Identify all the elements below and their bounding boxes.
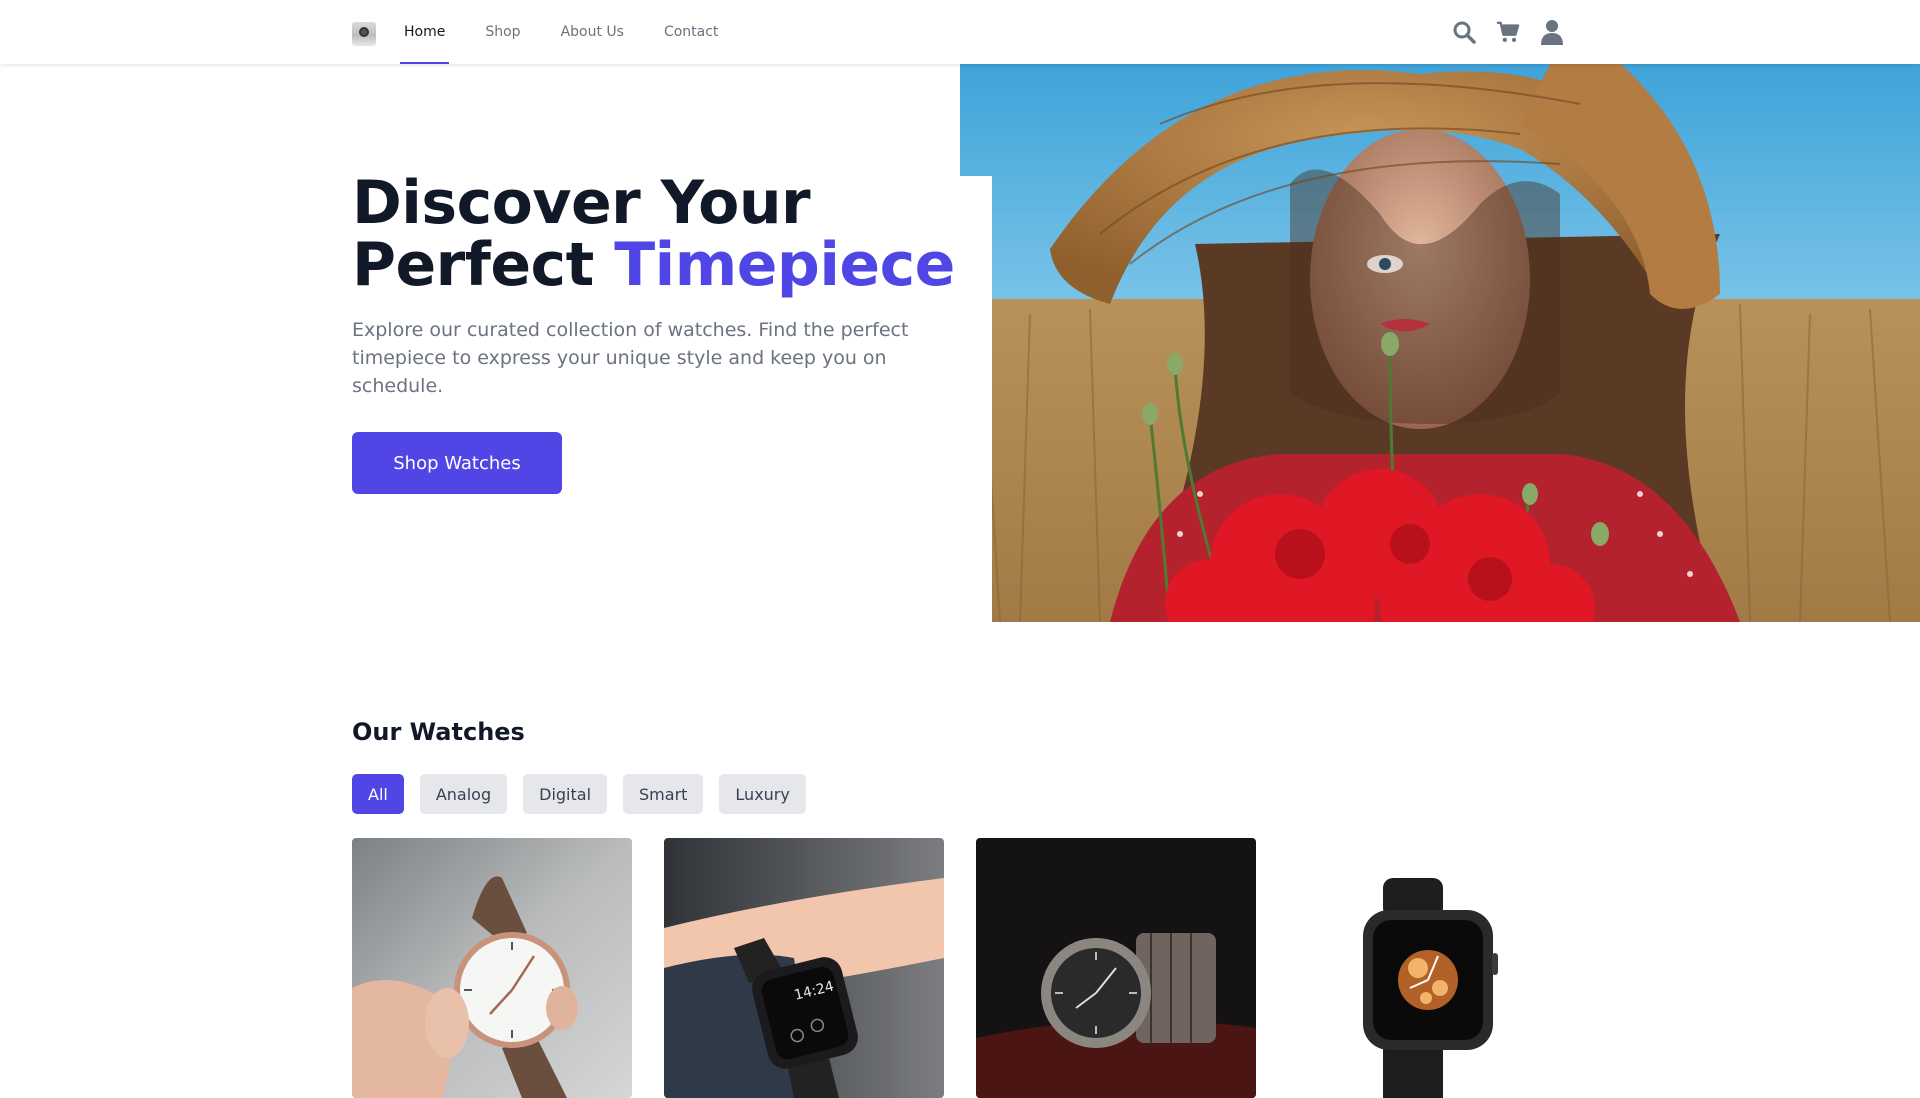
filter-digital[interactable]: Digital	[523, 774, 608, 814]
hero-title-line2: Perfect	[352, 230, 615, 300]
product-card-smartwatch-wrist[interactable]: 14:24	[664, 838, 944, 1098]
nav-item-contact[interactable]: Contact	[660, 0, 722, 64]
hero-image	[960, 64, 1920, 622]
hero-title: Discover Your Perfect Timepiece	[352, 172, 972, 296]
nav-item-about-us[interactable]: About Us	[557, 0, 628, 64]
product-grid: 14:24	[352, 838, 1568, 1098]
filter-luxury[interactable]: Luxury	[719, 774, 806, 814]
header-actions	[1452, 18, 1564, 46]
category-filters: All Analog Digital Smart Luxury	[352, 774, 806, 814]
filter-all[interactable]: All	[352, 774, 404, 814]
filter-smart[interactable]: Smart	[623, 774, 704, 814]
user-icon[interactable]	[1540, 18, 1564, 46]
cart-icon[interactable]	[1496, 18, 1520, 46]
nav-item-home[interactable]: Home	[400, 0, 450, 64]
nav-item-shop[interactable]: Shop	[481, 0, 524, 64]
hero-title-line1: Discover Your	[352, 168, 811, 238]
hero-image-notch	[960, 176, 992, 624]
product-card-analog-watch[interactable]	[352, 838, 632, 1098]
logo-icon[interactable]	[352, 22, 376, 46]
shop-watches-button[interactable]: Shop Watches	[352, 432, 562, 494]
product-card-luxury-watch[interactable]	[976, 838, 1256, 1098]
filter-analog[interactable]: Analog	[419, 774, 508, 814]
main-nav: Home Shop About Us Contact	[400, 0, 754, 64]
hero-title-accent: Timepiece	[614, 230, 955, 300]
section-title: Our Watches	[352, 718, 525, 746]
search-icon[interactable]	[1452, 18, 1476, 46]
top-navigation-bar: Home Shop About Us Contact	[0, 0, 1920, 64]
product-card-black-smartwatch[interactable]	[1288, 838, 1568, 1098]
hero-subtitle: Explore our curated collection of watche…	[352, 319, 909, 397]
